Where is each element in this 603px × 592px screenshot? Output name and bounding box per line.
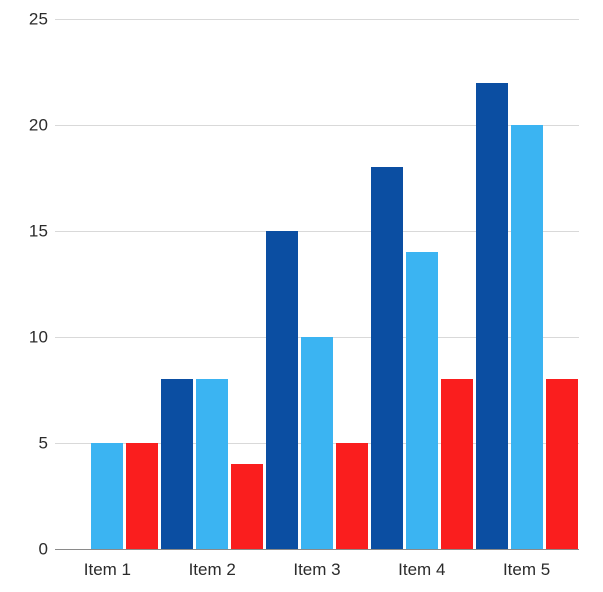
y-axis-tick-label: 20 [28,115,48,135]
bar[interactable] [126,443,159,549]
bar-group [266,0,368,549]
x-axis-tick-label: Item 4 [398,560,446,579]
bar-group-bars [370,0,473,549]
plot-area [55,0,579,550]
x-axis-tick-label: Item 3 [293,560,341,579]
bar[interactable] [161,379,194,549]
bar[interactable] [91,443,124,549]
y-axis-tick-label: 0 [38,539,48,559]
bar[interactable] [440,379,473,549]
bar[interactable] [545,379,578,549]
y-axis-tick-label: 15 [28,221,48,241]
bar-group-bars [475,0,578,549]
bar[interactable] [370,167,403,549]
bar-group-bars [56,0,159,549]
bar-group-bars [266,0,368,549]
bar-group [370,0,473,549]
bar-group [475,0,578,549]
x-axis-tick-label: Item 2 [188,560,236,579]
bar-group-bars [161,0,264,549]
y-axis-tick-label: 10 [28,327,48,347]
bar[interactable] [231,464,264,549]
bar[interactable] [266,231,298,549]
y-axis-tick-label: 25 [28,9,48,29]
x-axis-tick-label: Item 1 [83,560,132,579]
bar[interactable] [196,379,229,549]
bar-group [56,0,159,549]
x-axis-tick-label: Item 5 [502,560,551,579]
bar[interactable] [475,82,508,549]
bar-group [161,0,264,549]
bar[interactable] [336,443,368,549]
y-axis: 0 5 10 15 20 25 [0,0,48,558]
bar[interactable] [301,337,333,549]
bar-chart: 0 5 10 15 20 25 Item 1 Item 2 Item 3 Item 4 Item … [0,0,603,592]
bar[interactable] [405,252,438,549]
y-axis-tick-label: 5 [38,433,48,453]
bar[interactable] [510,125,543,549]
